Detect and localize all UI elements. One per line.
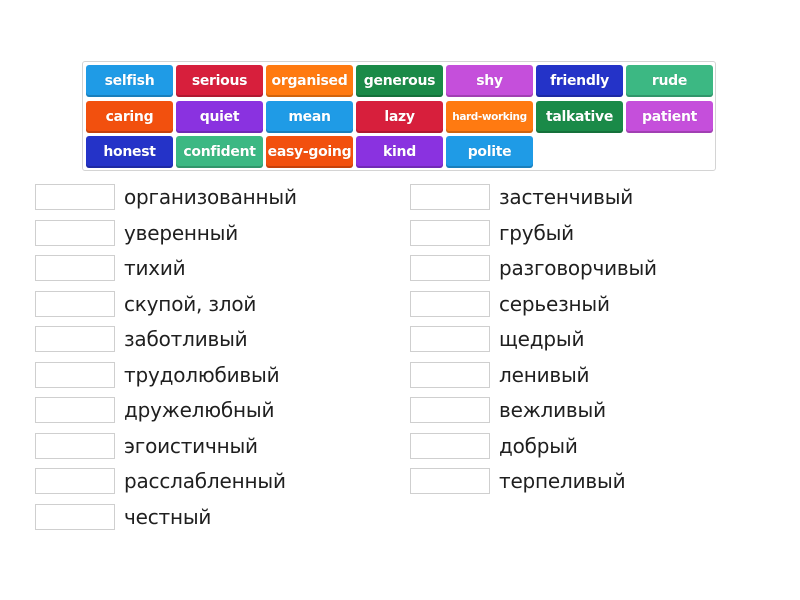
russian-word-label: скупой, злой [124, 291, 257, 316]
word-tile-caring[interactable]: caring [86, 100, 173, 133]
russian-word-label: трудолюбивый [124, 362, 280, 387]
answer-drop-box[interactable] [410, 255, 490, 281]
answer-drop-box[interactable] [35, 468, 115, 494]
answer-drop-box[interactable] [410, 184, 490, 210]
word-tile-honest[interactable]: honest [86, 136, 173, 168]
answer-drop-box[interactable] [410, 397, 490, 423]
right-answer-row: застенчивый [410, 183, 633, 211]
answer-drop-box[interactable] [35, 397, 115, 423]
left-answer-row: честный [35, 503, 211, 531]
russian-word-label: организованный [124, 185, 297, 209]
right-answer-row: разговорчивый [410, 254, 657, 282]
word-tile-lazy[interactable]: lazy [356, 100, 443, 133]
russian-word-label: разговорчивый [499, 256, 657, 280]
word-tile-hard-working[interactable]: hard-working [446, 100, 533, 133]
match-up-activity: selfish serious organised generous shy friend… [0, 0, 800, 600]
russian-word-label: уверенный [124, 220, 239, 245]
word-tile-confident[interactable]: confident [176, 136, 263, 168]
word-tile-friendly[interactable]: friendly [536, 65, 623, 97]
answer-drop-box[interactable] [35, 255, 115, 281]
word-tile-generous[interactable]: generous [356, 65, 443, 97]
answer-drop-box[interactable] [410, 219, 490, 246]
answer-drop-box[interactable] [35, 432, 115, 459]
word-tile-talkative[interactable]: talkative [536, 100, 623, 133]
word-tile-bank: selfish serious organised generous shy friend… [82, 61, 716, 171]
russian-word-label: честный [124, 504, 212, 529]
left-answer-row: трудолюбивый [35, 361, 280, 389]
answer-drop-box[interactable] [410, 468, 490, 494]
left-answer-row: организованный [35, 183, 297, 211]
left-answer-row: уверенный [35, 219, 238, 247]
russian-word-label: ленивый [499, 362, 590, 387]
word-tile-patient[interactable]: patient [626, 100, 713, 133]
word-tile-selfish[interactable]: selfish [86, 65, 173, 97]
russian-word-label: дружелюбный [124, 398, 275, 422]
right-answer-row: щедрый [410, 325, 584, 353]
answer-drop-box[interactable] [410, 326, 490, 352]
russian-word-label: серьезный [499, 291, 610, 316]
left-answer-row: заботливый [35, 325, 248, 353]
russian-word-label: заботливый [124, 327, 248, 351]
left-answer-row: тихий [35, 254, 186, 282]
word-tile-shy[interactable]: shy [446, 65, 533, 97]
answer-drop-box[interactable] [410, 290, 490, 317]
russian-word-label: расслабленный [124, 469, 286, 493]
russian-word-label: терпеливый [499, 469, 626, 493]
russian-word-label: вежливый [499, 398, 606, 422]
word-tile-serious[interactable]: serious [176, 65, 263, 97]
word-tile-polite[interactable]: polite [446, 136, 533, 168]
left-answer-row: расслабленный [35, 467, 286, 495]
word-tile-mean[interactable]: mean [266, 100, 353, 133]
answer-drop-box[interactable] [35, 326, 115, 352]
russian-word-label: щедрый [499, 327, 585, 351]
right-answer-row: добрый [410, 432, 578, 460]
word-tile-rude[interactable]: rude [626, 65, 713, 97]
russian-word-label: застенчивый [499, 185, 634, 209]
answer-drop-box[interactable] [410, 361, 490, 388]
right-answer-row: терпеливый [410, 467, 626, 495]
answer-drop-box[interactable] [410, 432, 490, 459]
russian-word-label: тихий [124, 256, 186, 280]
answer-drop-box[interactable] [35, 503, 115, 530]
word-tile-quiet[interactable]: quiet [176, 100, 263, 133]
answer-drop-box[interactable] [35, 290, 115, 317]
left-answer-row: эгоистичный [35, 432, 258, 460]
russian-word-label: эгоистичный [124, 433, 258, 458]
right-answer-row: вежливый [410, 396, 606, 424]
russian-word-label: грубый [499, 220, 574, 245]
russian-word-label: добрый [499, 433, 578, 458]
right-answer-row: серьезный [410, 290, 610, 318]
answer-drop-box[interactable] [35, 184, 115, 210]
left-answer-row: скупой, злой [35, 290, 256, 318]
answer-drop-box[interactable] [35, 219, 115, 246]
word-tile-organised[interactable]: organised [266, 65, 353, 97]
left-answer-row: дружелюбный [35, 396, 275, 424]
right-answer-row: ленивый [410, 361, 590, 389]
answer-drop-box[interactable] [35, 361, 115, 388]
word-tile-easy-going[interactable]: easy-going [266, 136, 353, 168]
word-tile-kind[interactable]: kind [356, 136, 443, 168]
right-answer-row: грубый [410, 219, 574, 247]
